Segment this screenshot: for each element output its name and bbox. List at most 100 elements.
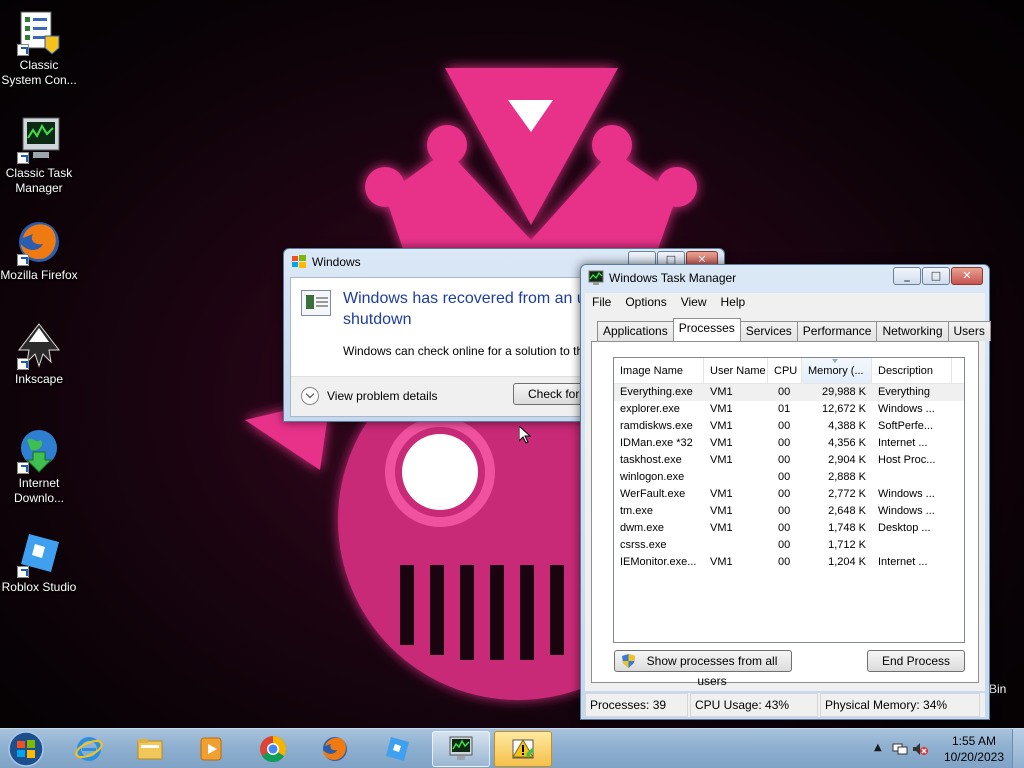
maximize-icon: □ [930,269,942,282]
menu-view[interactable]: View [674,293,714,313]
tab-performance[interactable]: Performance [796,321,878,341]
desktop-icon-classic-system-config[interactable]: Classic System Con... [0,8,78,88]
table-row[interactable]: IEMonitor.exe... VM1 00 1,204 K Internet ... [614,554,964,571]
process-cpu: 00 [778,488,791,500]
column-user-name[interactable]: User Name [704,358,768,383]
view-problem-details-label: View problem details [327,389,438,403]
process-memory: 1,204 K [828,556,866,568]
show-all-processes-button[interactable]: Show processes from all users [614,650,792,688]
desktop-icon-label: Roblox Studio [1,580,77,594]
view-problem-details-toggle[interactable]: View problem details [301,387,438,405]
process-cpu: 01 [778,403,791,415]
process-image-name: dwm.exe [620,522,665,534]
table-row[interactable]: csrss.exe 00 1,712 K [614,537,964,554]
taskbar-roblox-studio[interactable] [368,731,426,767]
table-row[interactable]: WerFault.exe VM1 00 2,772 K Windows ... [614,486,964,503]
minimize-icon: _ [904,269,910,282]
desktop-icon-label: Internet Downlo... [13,476,65,505]
start-button[interactable] [6,730,46,768]
column-memory[interactable]: Memory (... [802,358,872,383]
tab-applications[interactable]: Applications [597,321,674,341]
recycle-bin-label-partial[interactable]: Bin [989,682,1006,696]
menu-help[interactable]: Help [714,293,753,313]
processes-panel: Image Name User Name CPU Memory (... Des… [591,341,979,688]
process-image-name: taskhost.exe [620,454,682,466]
status-processes: Processes: 39 [585,693,688,717]
process-rows: Everything.exe VM1 00 29,988 K Everything exp… [614,384,964,571]
process-user-name: VM1 [710,454,733,466]
taskbar-internet-explorer[interactable] [60,731,118,767]
process-user-name: VM1 [710,403,733,415]
table-row[interactable]: ramdiskws.exe VM1 00 4,388 K SoftPerfe... [614,418,964,435]
desktop-icon-internet-download-manager[interactable]: Internet Downlo... [0,426,78,506]
table-row[interactable]: winlogon.exe 00 2,888 K [614,469,964,486]
process-cpu: 00 [778,556,791,568]
show-hidden-icons-chevron-icon[interactable]: ▲ [874,742,882,753]
column-cpu[interactable]: CPU [768,358,802,383]
process-memory: 2,888 K [828,471,866,483]
taskbar-chrome[interactable] [244,731,302,767]
taskbar-firefox[interactable] [306,731,364,767]
tm-maximize-button[interactable]: □ [922,267,950,285]
show-desktop-button[interactable] [1012,729,1024,768]
process-memory: 2,648 K [828,505,866,517]
process-user-name [704,537,768,554]
tab-processes[interactable]: Processes [672,318,741,341]
process-description: Host Proc... [878,454,936,466]
volume-muted-icon[interactable] [912,741,928,757]
desktop-icon-mozilla-firefox[interactable]: Mozilla Firefox [0,218,78,283]
taskbar-file-explorer[interactable] [121,731,179,767]
process-cpu: 00 [778,471,791,483]
tm-close-button[interactable]: ✕ [951,267,983,285]
process-user-name: VM1 [710,505,733,517]
tab-networking[interactable]: Networking [876,321,949,341]
table-row[interactable]: explorer.exe VM1 01 12,672 K Windows ... [614,401,964,418]
network-icon[interactable] [892,741,908,757]
desktop-icon-label: Inkscape [14,372,64,386]
desktop-icon-classic-task-manager[interactable]: Classic Task Manager [0,116,78,196]
table-row[interactable]: Everything.exe VM1 00 29,988 K Everything [614,384,964,401]
tab-services[interactable]: Services [739,321,798,341]
taskbar-clock[interactable]: 1:55 AM 10/20/2023 [944,733,1004,765]
table-row[interactable]: IDMan.exe *32 VM1 00 4,356 K Internet ... [614,435,964,452]
menu-options[interactable]: Options [618,293,673,313]
menu-file[interactable]: File [585,293,618,313]
tm-minimize-button[interactable]: _ [893,267,921,285]
process-memory: 4,356 K [828,437,866,449]
process-description [872,537,952,554]
table-row[interactable]: taskhost.exe VM1 00 2,904 K Host Proc... [614,452,964,469]
tm-tab-area: Applications Processes Services Performa… [585,313,991,691]
media-player-icon [200,737,222,761]
table-row[interactable]: tm.exe VM1 00 2,648 K Windows ... [614,503,964,520]
shortcut-arrow-icon [17,254,29,266]
process-image-name: winlogon.exe [620,471,685,483]
column-image-name[interactable]: Image Name [614,358,704,383]
tab-users[interactable]: Users [947,321,991,341]
chrome-icon [260,735,287,763]
process-image-name: Everything.exe [620,386,693,398]
taskbar-task-manager[interactable] [432,731,490,767]
process-user-name: VM1 [710,488,733,500]
column-description[interactable]: Description [872,358,952,383]
desktop-icon-inkscape[interactable]: Inkscape [0,322,78,387]
process-description: Windows ... [878,403,935,415]
process-list[interactable]: Image Name User Name CPU Memory (... Des… [613,357,965,643]
taskbar-action-center[interactable] [494,731,552,767]
end-process-button[interactable]: End Process [867,650,965,672]
tm-status-bar: Processes: 39 CPU Usage: 43% Physical Me… [585,693,985,717]
chevron-down-icon [301,387,319,405]
process-description: Windows ... [878,488,935,500]
folder-icon [137,739,163,760]
roblox-studio-icon [386,737,409,761]
process-memory: 2,904 K [828,454,866,466]
task-manager-window[interactable]: Windows Task Manager _ □ ✕ File Options … [580,264,991,720]
task-manager-title: Windows Task Manager [609,271,737,285]
process-description [872,469,952,486]
desktop-icon-roblox-studio[interactable]: Roblox Studio [0,530,78,595]
taskbar-media-player[interactable] [182,731,240,767]
table-row[interactable]: dwm.exe VM1 00 1,748 K Desktop ... [614,520,964,537]
process-cpu: 00 [778,386,791,398]
firefox-icon [323,737,347,761]
desktop-icon-label: Classic Task Manager [5,166,73,195]
uac-shield-icon [622,654,635,668]
